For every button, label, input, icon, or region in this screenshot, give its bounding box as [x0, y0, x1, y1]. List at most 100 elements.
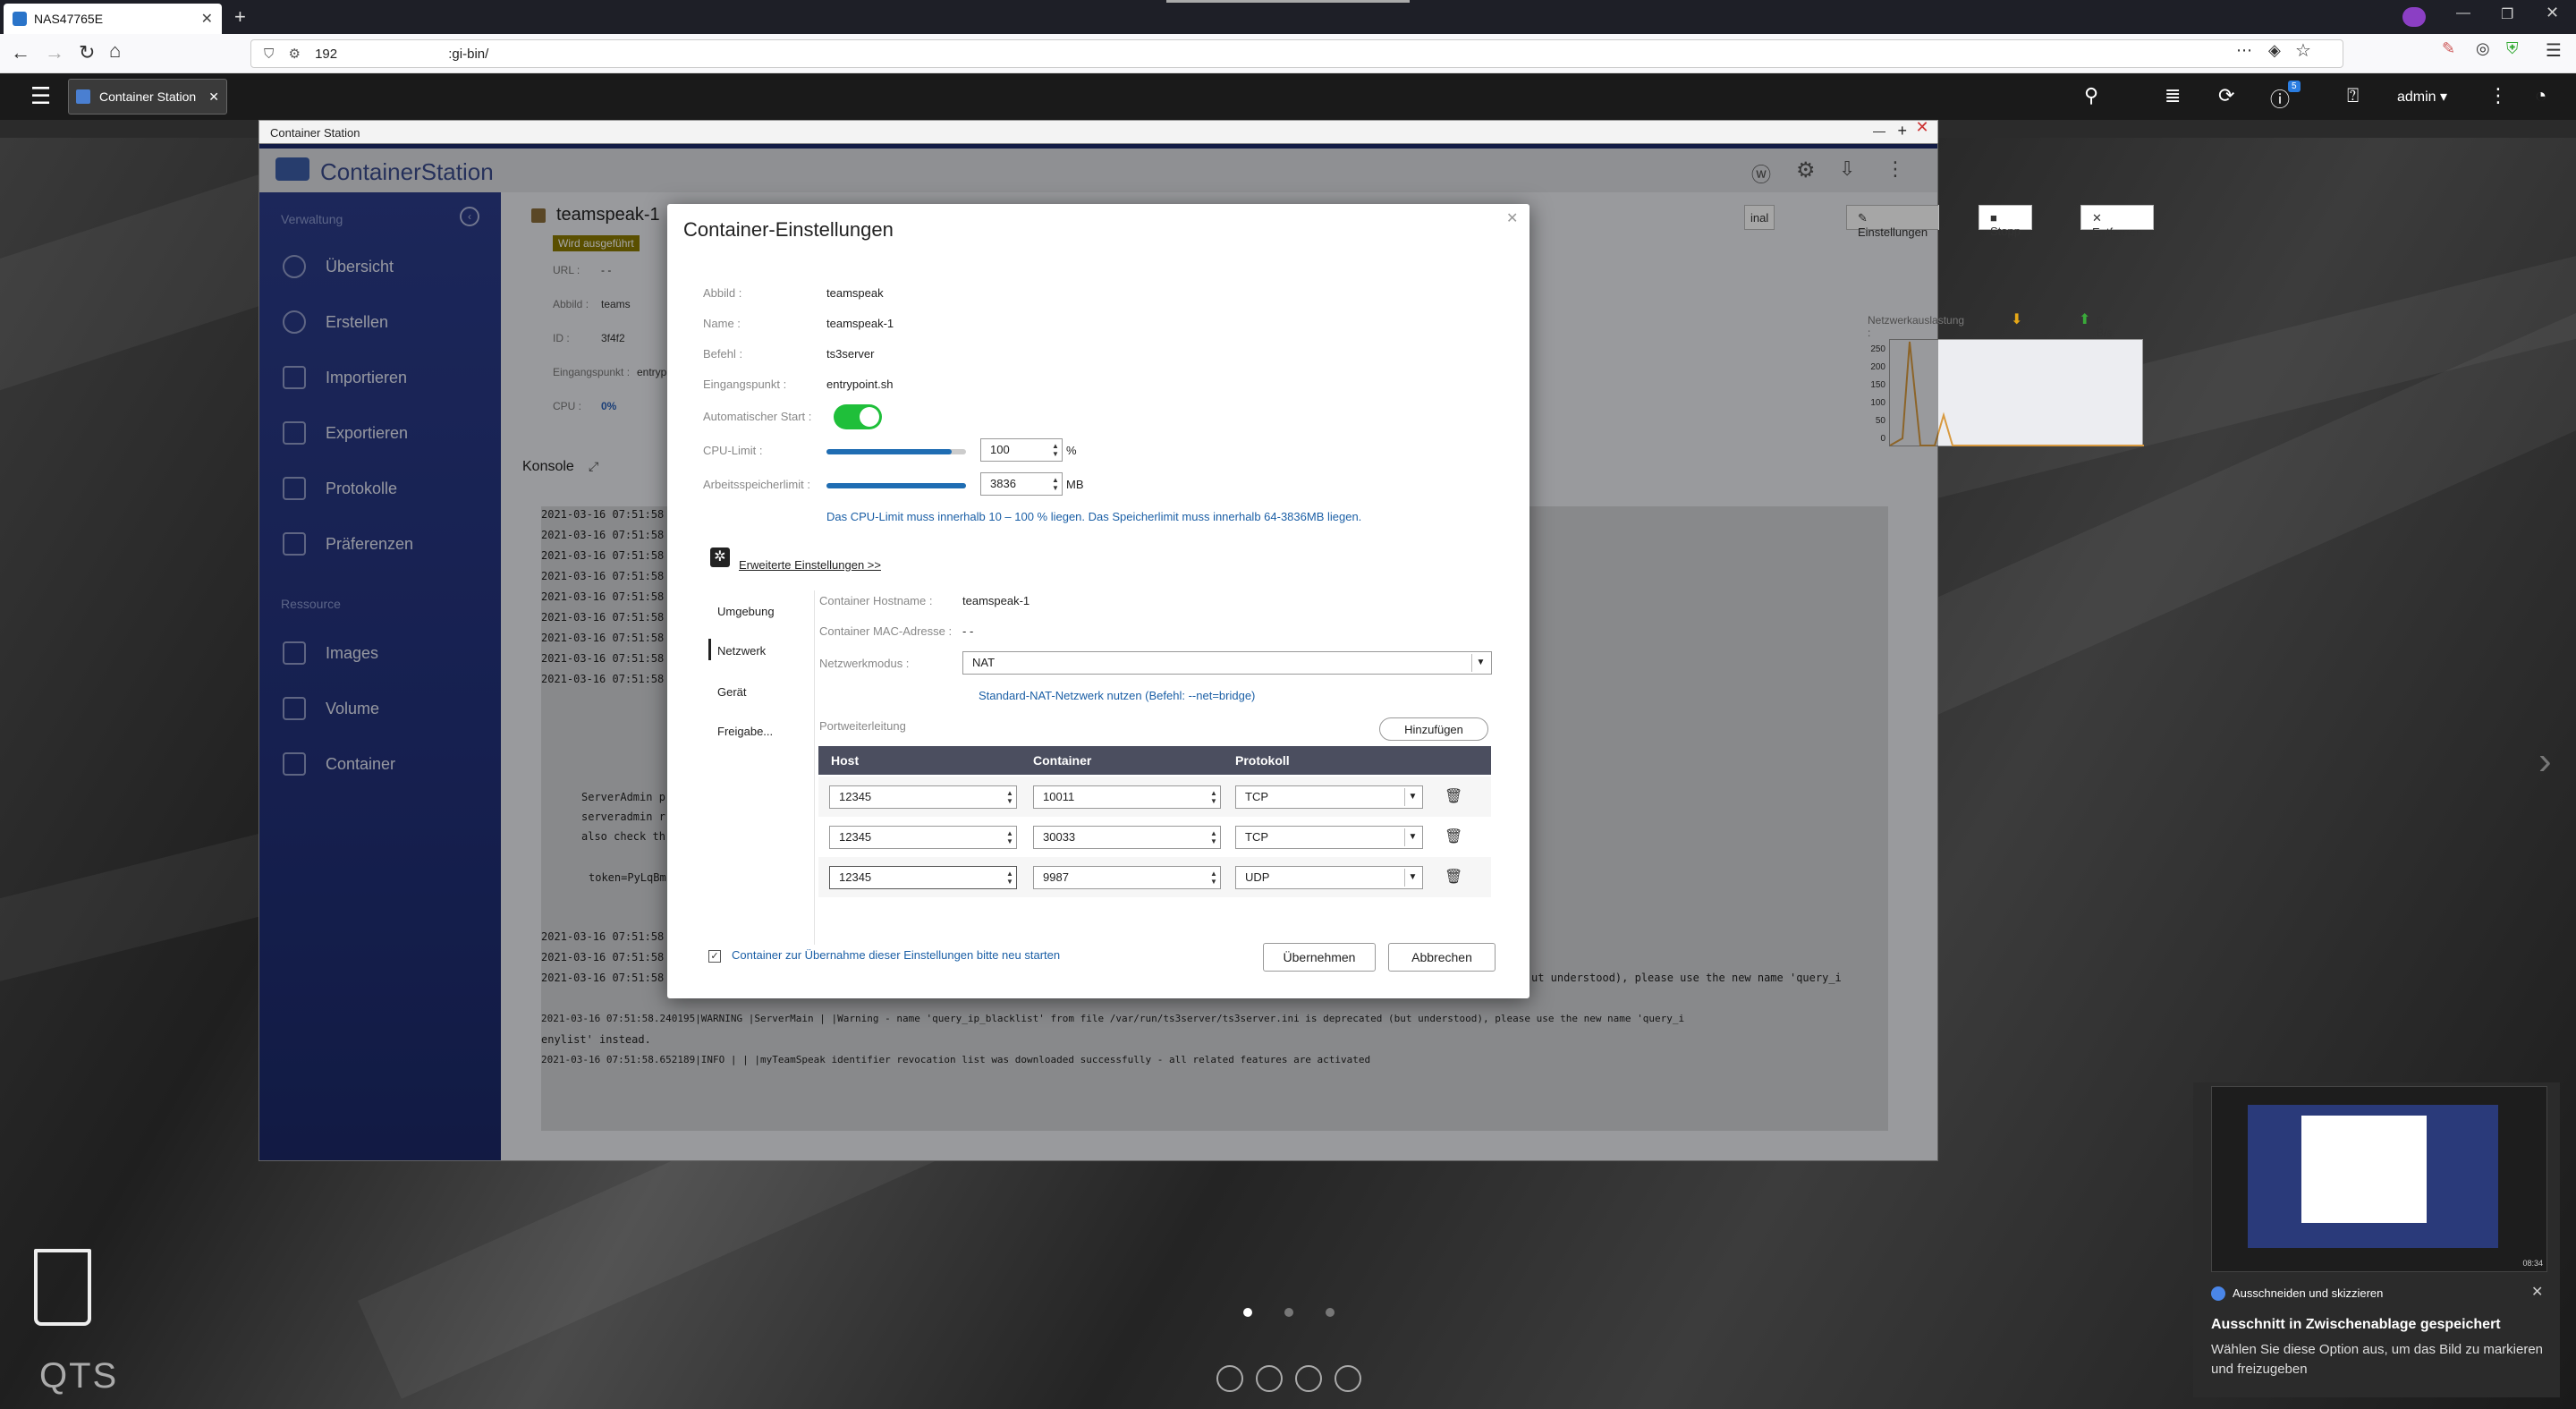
- advanced-settings-icon: ✲: [710, 547, 730, 567]
- user-icon[interactable]: ⍰: [2347, 84, 2359, 107]
- spinner-icon[interactable]: ▲ ▼: [1209, 789, 1218, 805]
- background-tasks-icon[interactable]: ≣: [2165, 84, 2181, 107]
- remove-button[interactable]: ✕ Entfernen: [2080, 205, 2155, 239]
- extension-icon[interactable]: ✎: [2442, 39, 2455, 58]
- dashboard-icon[interactable]: ◔: [2535, 84, 2546, 107]
- browser-tab[interactable]: NAS47765E ✕: [4, 4, 222, 34]
- back-icon[interactable]: ←: [11, 41, 30, 64]
- window-minimize-icon[interactable]: —: [1873, 123, 1885, 138]
- cpu-limit-input[interactable]: 100 ▲ ▼: [980, 438, 1063, 462]
- bookmark-star-icon[interactable]: ☆: [2295, 39, 2311, 62]
- memory-limit-slider[interactable]: [826, 483, 966, 488]
- restore-window-icon[interactable]: ❐: [2501, 5, 2513, 23]
- container-port-value: 10011: [1043, 790, 1075, 803]
- download-rate: 0 B/s: [2029, 314, 2045, 339]
- ublock-icon[interactable]: ⛨: [2506, 39, 2519, 58]
- memory-limit-input[interactable]: 3836 ▲ ▼: [980, 472, 1063, 496]
- window-close-icon[interactable]: ✕: [1912, 118, 1932, 141]
- window-maximize-icon[interactable]: +: [1897, 122, 1907, 140]
- reload-icon[interactable]: ↻: [79, 41, 95, 64]
- protocol-select[interactable]: UDP ▼: [1235, 866, 1423, 889]
- dialog-title: Container-Einstellungen: [683, 218, 894, 241]
- upload-rate: 0 B/s: [2097, 314, 2113, 339]
- protocol-select[interactable]: TCP ▼: [1235, 785, 1423, 809]
- field-value: entrypoint.sh: [826, 378, 894, 391]
- main-menu-icon[interactable]: ☰: [30, 82, 51, 110]
- memory-spinner-icon[interactable]: ▲ ▼: [1051, 476, 1060, 492]
- host-port-input[interactable]: 12345 ▲ ▼: [829, 826, 1017, 849]
- sync-icon[interactable]: ⟳: [2218, 84, 2234, 107]
- app-tab-container-station[interactable]: Container Station ✕: [68, 79, 227, 115]
- dock-icon-3[interactable]: [1295, 1365, 1322, 1392]
- user-name: admin: [2397, 89, 2436, 105]
- home-icon[interactable]: ⌂: [109, 39, 121, 63]
- container-port-input[interactable]: 9987 ▲ ▼: [1033, 866, 1221, 889]
- autostart-label: Automatischer Start :: [703, 410, 812, 423]
- column-header-container: Container: [1033, 753, 1092, 768]
- stop-button[interactable]: ■ Stopp: [1979, 205, 2032, 238]
- delete-row-icon[interactable]: 🗑: [1445, 787, 1462, 805]
- user-menu[interactable]: admin ▾: [2397, 88, 2447, 106]
- tab-sharing[interactable]: Freigabe...: [717, 725, 773, 738]
- dialog-close-icon[interactable]: ✕: [1506, 209, 1518, 227]
- notification-body: Wählen Sie diese Option aus, um das Bild…: [2211, 1342, 2544, 1377]
- menu-icon[interactable]: ☰: [2546, 39, 2562, 62]
- spinner-icon[interactable]: ▲ ▼: [1005, 789, 1014, 805]
- mac-label: Container MAC-Adresse :: [819, 624, 953, 638]
- url-bar[interactable]: ⛉ ⚙ 192 :gi-bin/: [250, 39, 2343, 68]
- protocol-select[interactable]: TCP ▼: [1235, 826, 1423, 849]
- host-port-input[interactable]: 12345 ▲ ▼: [829, 785, 1017, 809]
- cancel-button[interactable]: Abbrechen: [1388, 943, 1496, 972]
- cpu-unit: %: [1066, 444, 1077, 457]
- container-settings-dialog: Container-Einstellungen ✕ Abbild : teams…: [667, 204, 1530, 998]
- tab-environment[interactable]: Umgebung: [717, 605, 775, 618]
- trash-icon[interactable]: [34, 1249, 91, 1326]
- close-app-tab-icon[interactable]: ✕: [208, 89, 219, 105]
- more-icon[interactable]: ⋮: [2488, 84, 2508, 107]
- dock-icon-4[interactable]: [1335, 1365, 1361, 1392]
- minimize-window-icon[interactable]: —: [2456, 5, 2470, 21]
- apply-button[interactable]: Übernehmen: [1263, 943, 1376, 972]
- spinner-icon[interactable]: ▲ ▼: [1209, 870, 1218, 886]
- account-icon[interactable]: ◎: [2476, 39, 2490, 58]
- new-tab-icon[interactable]: +: [234, 5, 246, 29]
- field-label: Abbild :: [703, 286, 742, 300]
- browser-tab-bar: NAS47765E ✕ + — ❐ ✕: [0, 0, 2576, 34]
- container-port-input[interactable]: 30033 ▲ ▼: [1033, 826, 1221, 849]
- container-port-input[interactable]: 10011 ▲ ▼: [1033, 785, 1221, 809]
- notification-close-icon[interactable]: ✕: [2531, 1283, 2543, 1301]
- pocket-icon[interactable]: ◈: [2268, 41, 2281, 60]
- close-tab-icon[interactable]: ✕: [201, 10, 213, 28]
- autostart-toggle[interactable]: [834, 404, 882, 429]
- app-tab-label: Container Station: [99, 89, 197, 104]
- network-mode-value: NAT: [972, 656, 996, 669]
- dock-icon-1[interactable]: [1216, 1365, 1243, 1392]
- advanced-settings-link[interactable]: Erweiterte Einstellungen >>: [739, 558, 881, 572]
- page-actions-icon[interactable]: ⋯: [2236, 41, 2252, 60]
- delete-row-icon[interactable]: 🗑: [1445, 828, 1462, 845]
- tab-network[interactable]: Netzwerk: [717, 644, 766, 658]
- dock-icon-2[interactable]: [1256, 1365, 1283, 1392]
- network-mode-select[interactable]: NAT ▼: [962, 651, 1492, 675]
- restart-checkbox[interactable]: ✓: [708, 950, 721, 963]
- tab-device[interactable]: Gerät: [717, 685, 747, 699]
- info-icon[interactable]: ⓘ: [2270, 84, 2290, 113]
- spinner-icon[interactable]: ▲ ▼: [1209, 829, 1218, 845]
- screenshot-thumbnail[interactable]: 08:34: [2211, 1086, 2547, 1272]
- host-port-value: 12345: [839, 870, 872, 884]
- snip-notification[interactable]: 08:34 Ausschneiden und skizzieren ✕ Auss…: [2193, 1082, 2560, 1397]
- close-window-icon[interactable]: ✕: [2546, 4, 2559, 22]
- spinner-icon[interactable]: ▲ ▼: [1005, 870, 1014, 886]
- cpu-limit-slider[interactable]: [826, 449, 966, 454]
- chevron-down-icon: ▼: [1404, 788, 1420, 806]
- search-icon[interactable]: ⚲: [2084, 84, 2098, 107]
- cpu-spinner-icon[interactable]: ▲ ▼: [1051, 442, 1060, 458]
- delete-row-icon[interactable]: 🗑: [1445, 868, 1462, 886]
- next-desktop-icon[interactable]: ›: [2538, 739, 2552, 784]
- forward-icon[interactable]: →: [45, 41, 64, 64]
- memory-limit-label: Arbeitsspeicherlimit :: [703, 478, 810, 491]
- desktop-page-dots[interactable]: [1243, 1306, 1342, 1320]
- host-port-input[interactable]: 12345 ▲ ▼: [829, 866, 1017, 889]
- spinner-icon[interactable]: ▲ ▼: [1005, 829, 1014, 845]
- add-port-button[interactable]: Hinzufügen: [1379, 717, 1488, 741]
